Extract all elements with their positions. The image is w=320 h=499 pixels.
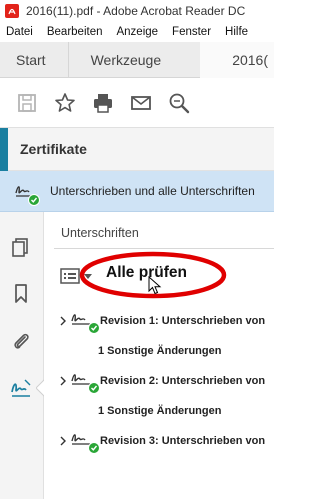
revision-label: Revision 2: Unterschrieben von (100, 375, 266, 387)
signature-status-banner[interactable]: Unterschrieben und alle Unterschriften (0, 171, 274, 212)
options-menu-button[interactable] (60, 264, 96, 288)
pages-icon[interactable] (8, 234, 34, 260)
menu-fenster[interactable]: Fenster (172, 26, 211, 38)
signature-valid-icon (70, 310, 100, 334)
signature-valid-icon (70, 430, 100, 454)
menu-hilfe[interactable]: Hilfe (225, 26, 248, 38)
bookmark-icon[interactable] (8, 280, 34, 306)
check-icon (88, 442, 100, 454)
accent-bar (0, 128, 8, 171)
revision-detail[interactable]: 1 Sonstige Änderungen (98, 405, 221, 417)
chevron-right-icon[interactable] (58, 436, 68, 446)
window-title: 2016(11).pdf - Adobe Acrobat Reader DC (26, 4, 246, 18)
navigation-rail (0, 212, 46, 499)
acrobat-pdf-icon (5, 4, 19, 18)
signature-status-text: Unterschrieben und alle Unterschriften (50, 184, 255, 198)
signature-valid-icon (70, 370, 100, 394)
tab-start[interactable]: Start (0, 41, 69, 78)
revision-row-1[interactable]: Revision 1: Unterschrieben von (58, 310, 266, 334)
check-icon (28, 194, 40, 206)
certificates-title: Zertifikate (20, 141, 87, 157)
star-icon[interactable] (50, 88, 80, 118)
chevron-right-icon[interactable] (58, 316, 68, 326)
tab-tools[interactable]: Werkzeuge (69, 42, 178, 78)
chevron-right-icon[interactable] (58, 376, 68, 386)
options-list-icon (60, 268, 80, 284)
menu-datei[interactable]: Datei (6, 26, 33, 38)
zoom-icon[interactable] (164, 88, 194, 118)
signatures-panel: Unterschriften Alle prüfen Revision 1: U… (44, 212, 274, 499)
tab-document[interactable]: 2016( (200, 41, 274, 78)
menu-bar: Datei Bearbeiten Anzeige Fenster Hilfe (0, 22, 274, 42)
attachment-icon[interactable] (8, 328, 34, 354)
certificates-header: Zertifikate (0, 128, 274, 171)
quick-toolbar (0, 78, 274, 128)
verify-all-button[interactable]: Alle prüfen (106, 264, 187, 282)
save-icon[interactable] (12, 88, 42, 118)
menu-bearbeiten[interactable]: Bearbeiten (47, 26, 103, 38)
revision-label: Revision 3: Unterschrieben von (100, 435, 266, 447)
check-icon (88, 382, 100, 394)
mail-icon[interactable] (126, 88, 156, 118)
chevron-down-icon (84, 273, 92, 279)
tab-bar: Start Werkzeuge 2016( (0, 41, 274, 78)
revision-row-2[interactable]: Revision 2: Unterschrieben von (58, 370, 266, 394)
signature-valid-icon (12, 176, 42, 206)
revision-label: Revision 1: Unterschrieben von (100, 315, 266, 327)
menu-anzeige[interactable]: Anzeige (116, 26, 158, 38)
title-bar: 2016(11).pdf - Adobe Acrobat Reader DC (0, 0, 274, 22)
check-icon (88, 322, 100, 334)
revision-row-3[interactable]: Revision 3: Unterschrieben von (58, 430, 266, 454)
print-icon[interactable] (88, 88, 118, 118)
revision-detail[interactable]: 1 Sonstige Änderungen (98, 345, 221, 357)
signature-panel-icon[interactable] (8, 375, 34, 401)
divider (54, 248, 274, 249)
signatures-title: Unterschriften (61, 226, 139, 240)
